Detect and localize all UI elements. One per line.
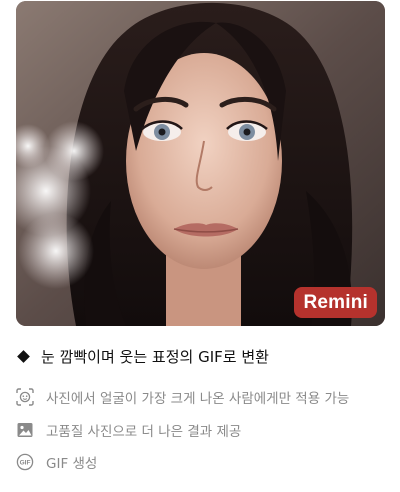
feature-item-gif: GIF GIF 생성 (16, 451, 97, 473)
feature-item-face-requirement: 사진에서 얼굴이 가장 크게 나온 사람에게만 적용 가능 (16, 386, 349, 408)
face-scan-icon (16, 388, 34, 406)
portrait-illustration (16, 1, 385, 326)
headline-text: 눈 깜빡이며 웃는 표정의 GIF로 변환 (41, 347, 269, 366)
remini-badge: Remini (294, 287, 377, 318)
image-icon (16, 421, 34, 439)
feature-label: GIF 생성 (46, 456, 98, 472)
feature-label: 사진에서 얼굴이 가장 크게 나온 사람에게만 적용 가능 (46, 391, 350, 407)
diamond-icon (17, 349, 30, 363)
feature-label: 고품질 사진으로 더 나은 결과 제공 (46, 424, 242, 440)
remini-feature-card: Remini 눈 깜빡이며 웃는 표정의 GIF로 변환 사진에서 얼굴이 가장… (0, 0, 400, 492)
portrait-photo[interactable]: Remini (16, 1, 385, 326)
gif-icon: GIF (16, 453, 34, 471)
feature-headline: 눈 깜빡이며 웃는 표정의 GIF로 변환 (16, 343, 269, 369)
feature-item-quality: 고품질 사진으로 더 나은 결과 제공 (16, 419, 241, 441)
svg-text:GIF: GIF (20, 460, 31, 467)
